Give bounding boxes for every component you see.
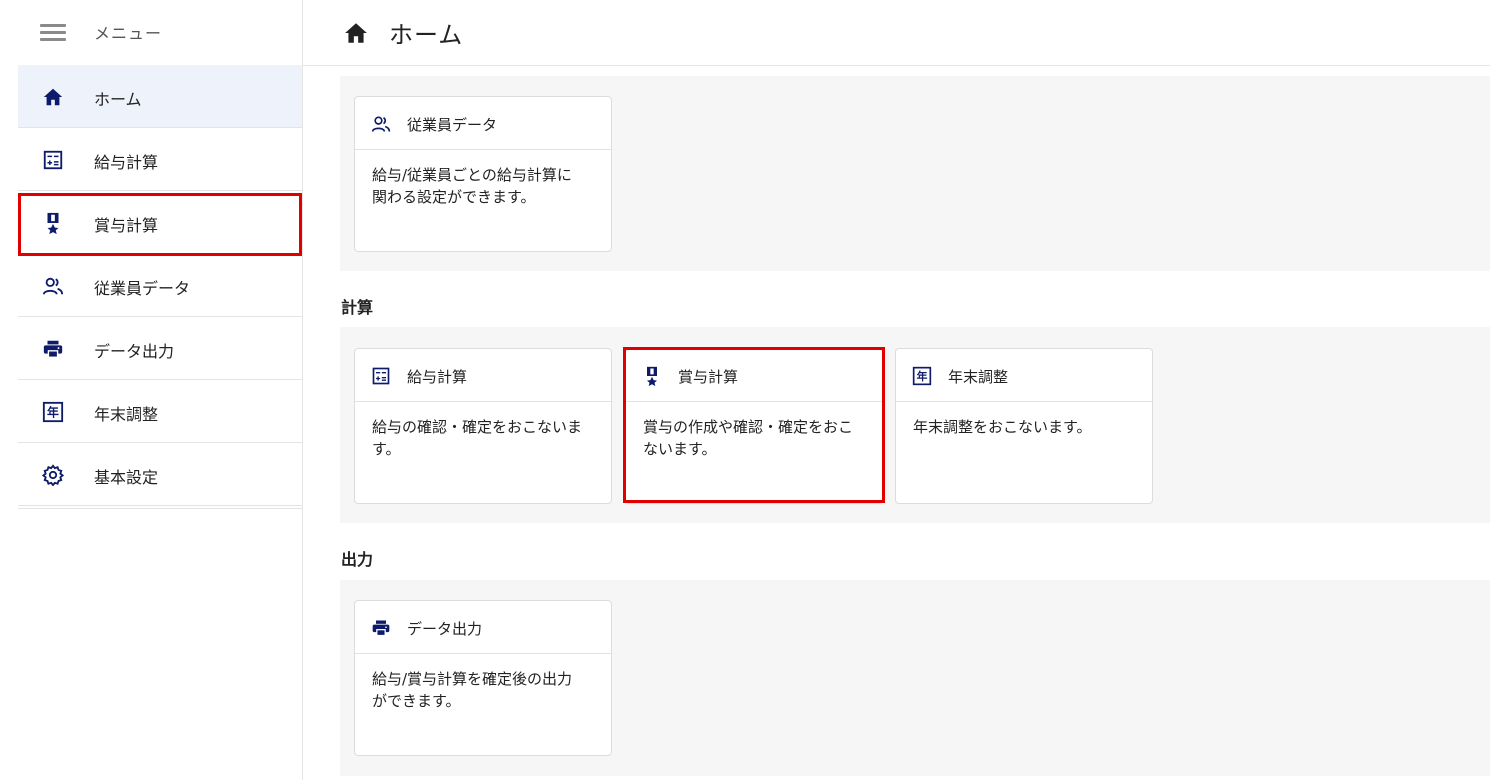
menu-header: メニュー	[0, 0, 303, 64]
sidebar: メニュー ホーム 給与計算 賞与計算 従業員データ データ出力 年 年末調整 基…	[0, 0, 303, 780]
sidebar-item-label: 給与計算	[94, 153, 159, 172]
card-year-end-adjustment[interactable]: 年 年末調整 年末調整をおこないます。	[895, 348, 1153, 504]
people-icon	[371, 114, 391, 134]
main-content: ホーム 従業員データ 給与/従業員ごとの給与計算に 関わる設定ができます。 計算…	[303, 0, 1490, 780]
sidebar-item-year-end-adjustment[interactable]: 年 年末調整	[18, 380, 302, 443]
year-icon: 年	[912, 366, 932, 386]
sidebar-item-label: データ出力	[94, 342, 175, 361]
card-title: 給与計算	[407, 368, 468, 386]
sidebar-item-label: 基本設定	[94, 468, 159, 487]
sidebar-item-data-output[interactable]: データ出力	[18, 317, 302, 380]
sidebar-nav: ホーム 給与計算 賞与計算 従業員データ データ出力 年 年末調整 基本設定	[18, 65, 302, 509]
medal-icon	[642, 366, 662, 386]
section-title-output: 出力	[341, 550, 374, 569]
section-title-calc: 計算	[341, 298, 374, 317]
sidebar-item-label: 年末調整	[94, 405, 159, 424]
card-description: 給与/従業員ごとの給与計算に 関わる設定ができます。	[372, 166, 572, 206]
card-data-output[interactable]: データ出力 給与/賞与計算を確定後の出力 ができます。	[354, 600, 612, 756]
sidebar-divider	[18, 506, 302, 509]
card-description: 賞与の作成や確認・確定をおこ ないます。	[643, 418, 854, 458]
hamburger-menu-icon[interactable]	[40, 24, 66, 42]
card-title: 賞与計算	[678, 368, 739, 386]
card-description: 年末調整をおこないます。	[913, 418, 1092, 436]
card-header: 賞与計算	[626, 349, 882, 402]
card-description: 給与の確認・確定をおこないま す。	[372, 418, 583, 458]
sidebar-item-bonus-calc[interactable]: 賞与計算	[18, 191, 302, 254]
sidebar-item-home[interactable]: ホーム	[18, 65, 302, 128]
menu-label: メニュー	[94, 24, 163, 43]
card-header: 給与計算	[355, 349, 611, 402]
card-title: 年末調整	[948, 368, 1009, 386]
sidebar-item-label: ホーム	[94, 90, 142, 109]
card-header: データ出力	[355, 601, 611, 654]
home-icon	[343, 20, 369, 46]
sidebar-item-basic-settings[interactable]: 基本設定	[18, 443, 302, 506]
card-description: 給与/賞与計算を確定後の出力 ができます。	[372, 670, 573, 710]
medal-icon	[42, 212, 64, 234]
year-icon: 年	[42, 401, 64, 423]
page-header: ホーム	[303, 0, 1490, 66]
card-title: 従業員データ	[407, 116, 498, 134]
card-bonus-calc[interactable]: 賞与計算 賞与の作成や確認・確定をおこ ないます。	[625, 348, 883, 504]
app-root: メニュー ホーム 給与計算 賞与計算 従業員データ データ出力 年 年末調整 基…	[0, 0, 1490, 780]
sidebar-item-label: 賞与計算	[94, 216, 159, 235]
svg-text:年: 年	[47, 406, 59, 420]
printer-icon	[371, 618, 391, 638]
people-icon	[42, 275, 64, 297]
card-title: データ出力	[407, 620, 483, 638]
sidebar-item-salary-calc[interactable]: 給与計算	[18, 128, 302, 191]
calculator-icon	[42, 149, 64, 171]
svg-text:年: 年	[917, 369, 928, 383]
printer-icon	[42, 338, 64, 360]
card-header: 従業員データ	[355, 97, 611, 150]
sidebar-item-label: 従業員データ	[94, 279, 191, 298]
gear-icon	[42, 464, 64, 486]
home-icon	[42, 86, 64, 108]
page-title: ホーム	[389, 21, 464, 49]
card-employee-data[interactable]: 従業員データ 給与/従業員ごとの給与計算に 関わる設定ができます。	[354, 96, 612, 252]
card-header: 年 年末調整	[896, 349, 1152, 402]
sidebar-item-employee-data[interactable]: 従業員データ	[18, 254, 302, 317]
calculator-icon	[371, 366, 391, 386]
card-salary-calc[interactable]: 給与計算 給与の確認・確定をおこないま す。	[354, 348, 612, 504]
